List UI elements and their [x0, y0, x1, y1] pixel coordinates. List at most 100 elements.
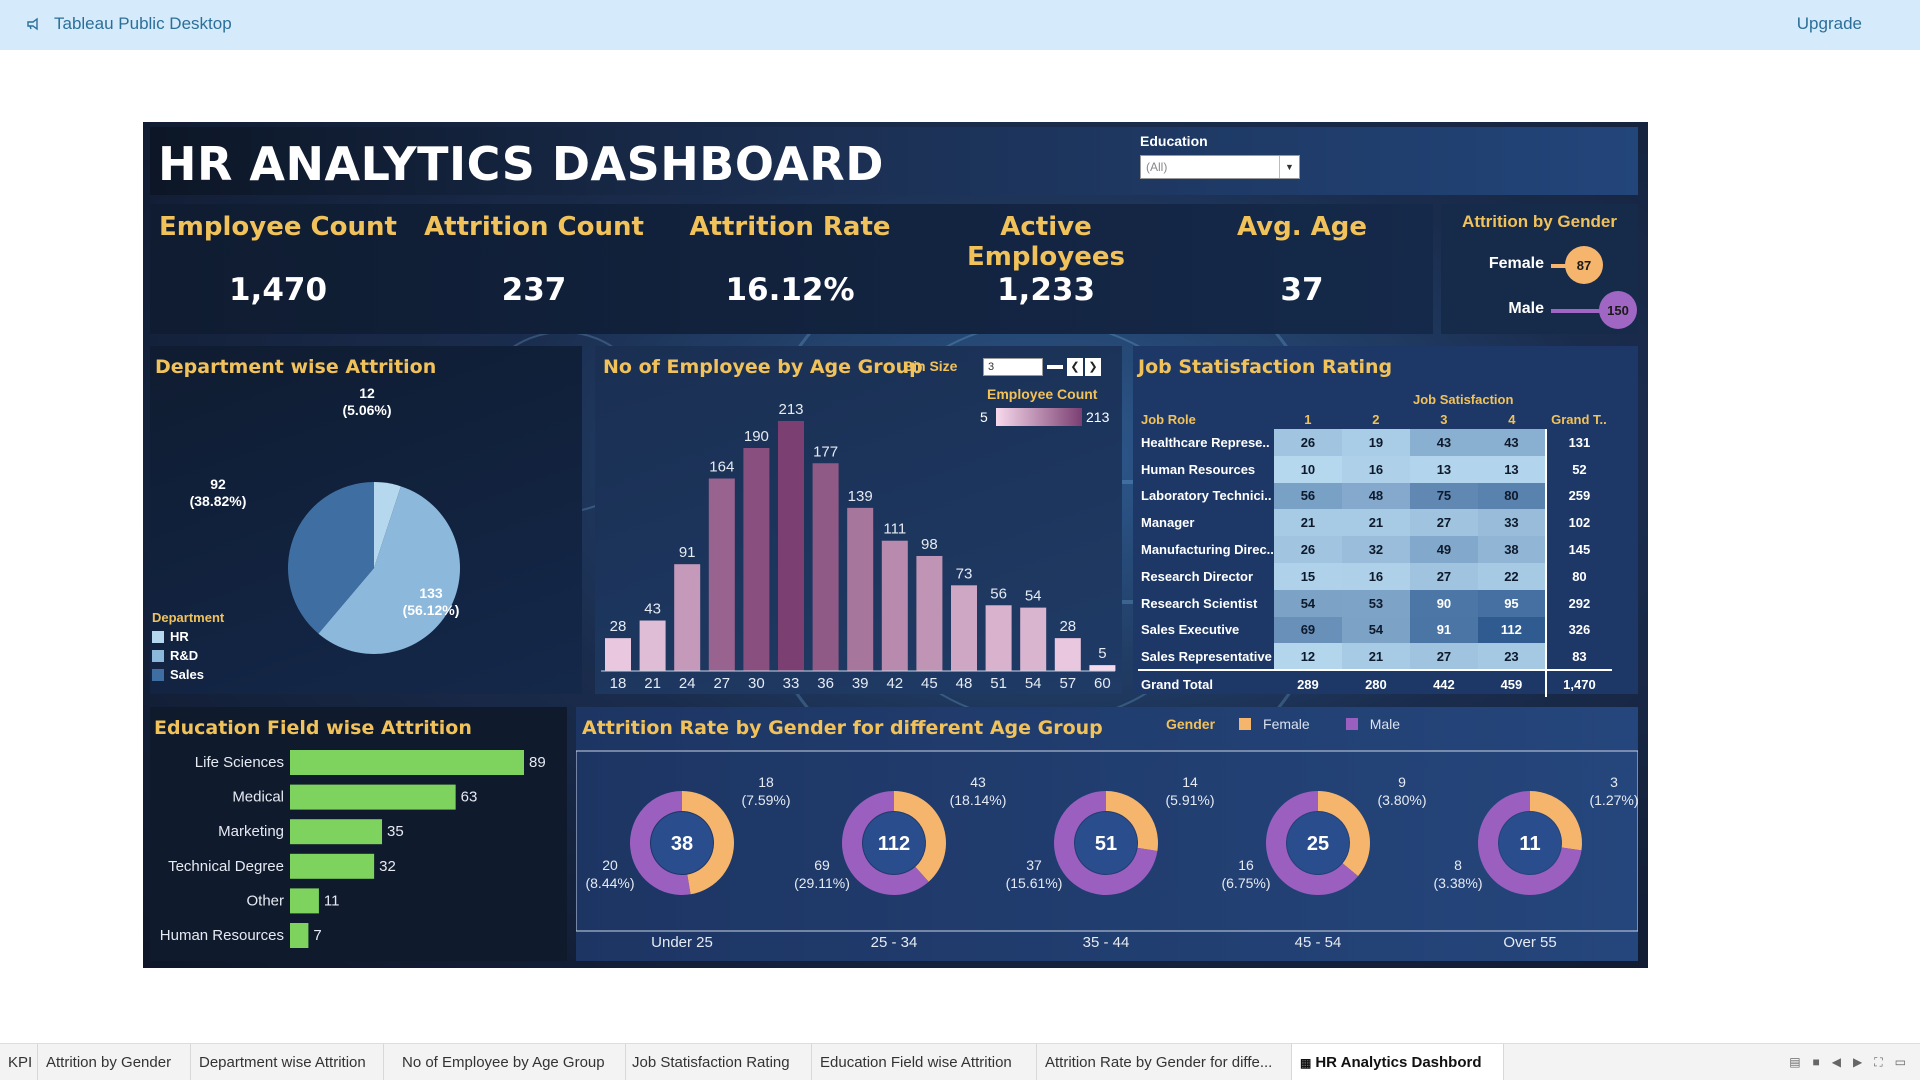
table-row[interactable]: Manager 21 21 27 33 102 [1138, 509, 1612, 537]
cell-value: 26 [1273, 429, 1342, 456]
legend-label: HR [170, 629, 189, 644]
table-row[interactable]: Sales Executive 69 54 91 112 326 [1138, 616, 1612, 644]
kpi-value: 1,233 [996, 272, 1096, 308]
cell-grand-total: 80 [1544, 562, 1612, 590]
bar-value-label: 28 [610, 618, 627, 635]
sheet-nav-controls: ▤ ■ ◀ ▶ ⛶ ▭ [1789, 1055, 1906, 1070]
department-attrition-panel: Department wise Attrition 12 (5.06%) 133 (5… [150, 346, 582, 694]
gender-label: Female [1488, 255, 1544, 272]
kpi-value: 1,470 [228, 272, 328, 308]
table-row[interactable]: Healthcare Represe.. 26 19 43 43 131 [1138, 429, 1612, 456]
tab-department-wise-attrition[interactable]: Department wise Attrition [191, 1044, 384, 1080]
female-count-label: 9 [1398, 774, 1406, 790]
table-row[interactable]: Research Scientist 54 53 90 95 292 [1138, 589, 1612, 617]
x-tick-label: 24 [679, 675, 696, 692]
age-bar[interactable] [916, 555, 943, 671]
filmstrip-icon[interactable]: ▤ [1789, 1055, 1800, 1070]
age-bar[interactable] [1089, 665, 1116, 671]
education-bar[interactable] [290, 853, 375, 879]
age-bar[interactable] [1020, 607, 1047, 671]
education-bar[interactable] [290, 819, 383, 845]
cell-total: 459 [1477, 669, 1546, 697]
age-group-donut-charts[interactable]: 38Under 2518(7.59%)20(8.44%)11225 - 3443… [576, 707, 1638, 961]
legend-swatch [152, 668, 164, 681]
table-row[interactable]: Manufacturing Direc.. 26 32 49 38 145 [1138, 536, 1612, 563]
age-bar[interactable] [743, 447, 770, 671]
tab-attrition-by-gender[interactable]: Attrition by Gender [38, 1044, 191, 1080]
tab-kpi[interactable]: KPI [0, 1044, 38, 1080]
table-row[interactable]: Human Resources 10 16 13 13 52 [1138, 455, 1612, 483]
education-field-bar-chart[interactable]: Life Sciences 89 Medical 63 Marketing 35 Techn… [150, 707, 567, 961]
table-row[interactable]: Research Director 15 16 27 22 80 [1138, 562, 1612, 590]
age-bar[interactable] [812, 463, 839, 671]
kpi-avg-age: Avg. Age 37 [1174, 204, 1430, 334]
donut-total-label: 25 [1307, 833, 1329, 855]
kpi-label: Attrition Count [424, 212, 644, 242]
age-bar[interactable] [778, 421, 804, 671]
bar-value-label: 73 [956, 565, 973, 582]
nav-next-icon[interactable]: ▶ [1853, 1055, 1862, 1070]
female-count-label: 18 [758, 774, 774, 790]
nav-prev-icon[interactable]: ◀ [1832, 1055, 1841, 1070]
bar-value-label: 139 [848, 488, 873, 505]
cell-value: 33 [1477, 509, 1546, 537]
donut-total-label: 11 [1519, 833, 1540, 855]
tab-attrition-rate-by-gender[interactable]: Attrition Rate by Gender for diffe... [1037, 1044, 1292, 1080]
title-area: HR ANALYTICS DASHBOARD Education (All) ▼ [150, 127, 1638, 195]
age-bar[interactable] [847, 507, 874, 671]
age-bar[interactable] [951, 585, 977, 671]
present-icon[interactable]: ▭ [1895, 1055, 1906, 1070]
legend-item-hr[interactable]: HR [152, 629, 224, 644]
chevron-down-icon[interactable]: ▼ [1279, 156, 1299, 178]
kpi-label: Employee Count [159, 212, 397, 242]
age-bar[interactable] [708, 478, 735, 671]
education-bar[interactable] [290, 750, 524, 775]
cell-grand-total: 131 [1544, 429, 1612, 456]
cell-value: 27 [1409, 643, 1478, 671]
cell-grand-total: 292 [1544, 589, 1612, 617]
gender-value-female: 87 [1565, 246, 1603, 284]
grid-view-icon[interactable]: ■ [1813, 1055, 1820, 1070]
age-bar[interactable] [639, 620, 666, 671]
tab-no-of-employee-by-age-group[interactable]: No of Employee by Age Group [394, 1044, 626, 1080]
age-bar[interactable] [674, 564, 701, 671]
table-row[interactable]: Sales Representative 12 21 27 23 83 [1138, 643, 1612, 671]
male-count-label: 20 [602, 857, 618, 873]
education-bar[interactable] [290, 888, 319, 914]
cell-value: 56 [1273, 482, 1342, 510]
legend-item-rd[interactable]: R&D [152, 648, 224, 663]
male-count-label: 16 [1238, 857, 1254, 873]
age-bar[interactable] [985, 605, 1012, 671]
legend-item-sales[interactable]: Sales [152, 667, 224, 682]
donut-total-label: 51 [1095, 833, 1117, 855]
kpi-active-employees: Active Employees 1,233 [918, 204, 1174, 334]
cell-grand-total: 52 [1544, 455, 1612, 483]
cell-role: Sales Executive [1141, 622, 1240, 638]
gender-row-female[interactable]: Female 87 [1441, 245, 1638, 285]
cell-value: 21 [1341, 643, 1410, 671]
fit-icon[interactable]: ⛶ [1874, 1055, 1882, 1070]
kpi-label: Avg. Age [1236, 212, 1368, 242]
tab-job-satisfaction-rating[interactable]: Job Statisfaction Rating [624, 1044, 812, 1080]
cell-value: 75 [1409, 482, 1478, 510]
education-filter: Education (All) ▼ [1140, 133, 1300, 179]
attrition-rate-gender-age-panel: Attrition Rate by Gender for different A… [576, 707, 1638, 961]
gender-row-male[interactable]: Male 150 [1441, 290, 1638, 330]
upgrade-link[interactable]: Upgrade [1797, 14, 1862, 34]
age-bar[interactable] [1054, 638, 1081, 671]
age-bar[interactable] [605, 638, 631, 671]
age-group-bar-chart[interactable]: 28 18 43 21 91 24 164 27 190 30 213 33 177 36 139 39 111… [595, 346, 1122, 694]
education-dropdown[interactable]: (All) ▼ [1140, 155, 1300, 179]
legend-label: Sales [170, 667, 204, 682]
cell-value: 69 [1273, 616, 1342, 644]
cell-value: 15 [1273, 562, 1342, 590]
tab-hr-analytics-dashboard[interactable]: ▦ HR Analytics Dashbord [1292, 1044, 1504, 1080]
age-bar[interactable] [881, 540, 908, 671]
bar-value-label: 11 [324, 892, 340, 909]
table-row[interactable]: Laboratory Technici.. 56 48 75 80 259 [1138, 482, 1612, 510]
tab-education-field-wise-attrition[interactable]: Education Field wise Attrition [812, 1044, 1037, 1080]
education-bar[interactable] [290, 923, 309, 948]
attrition-by-gender: Attrition by Gender Female 87 Male 150 [1441, 204, 1638, 334]
cell-value: 10 [1273, 455, 1342, 483]
education-bar[interactable] [290, 784, 456, 810]
